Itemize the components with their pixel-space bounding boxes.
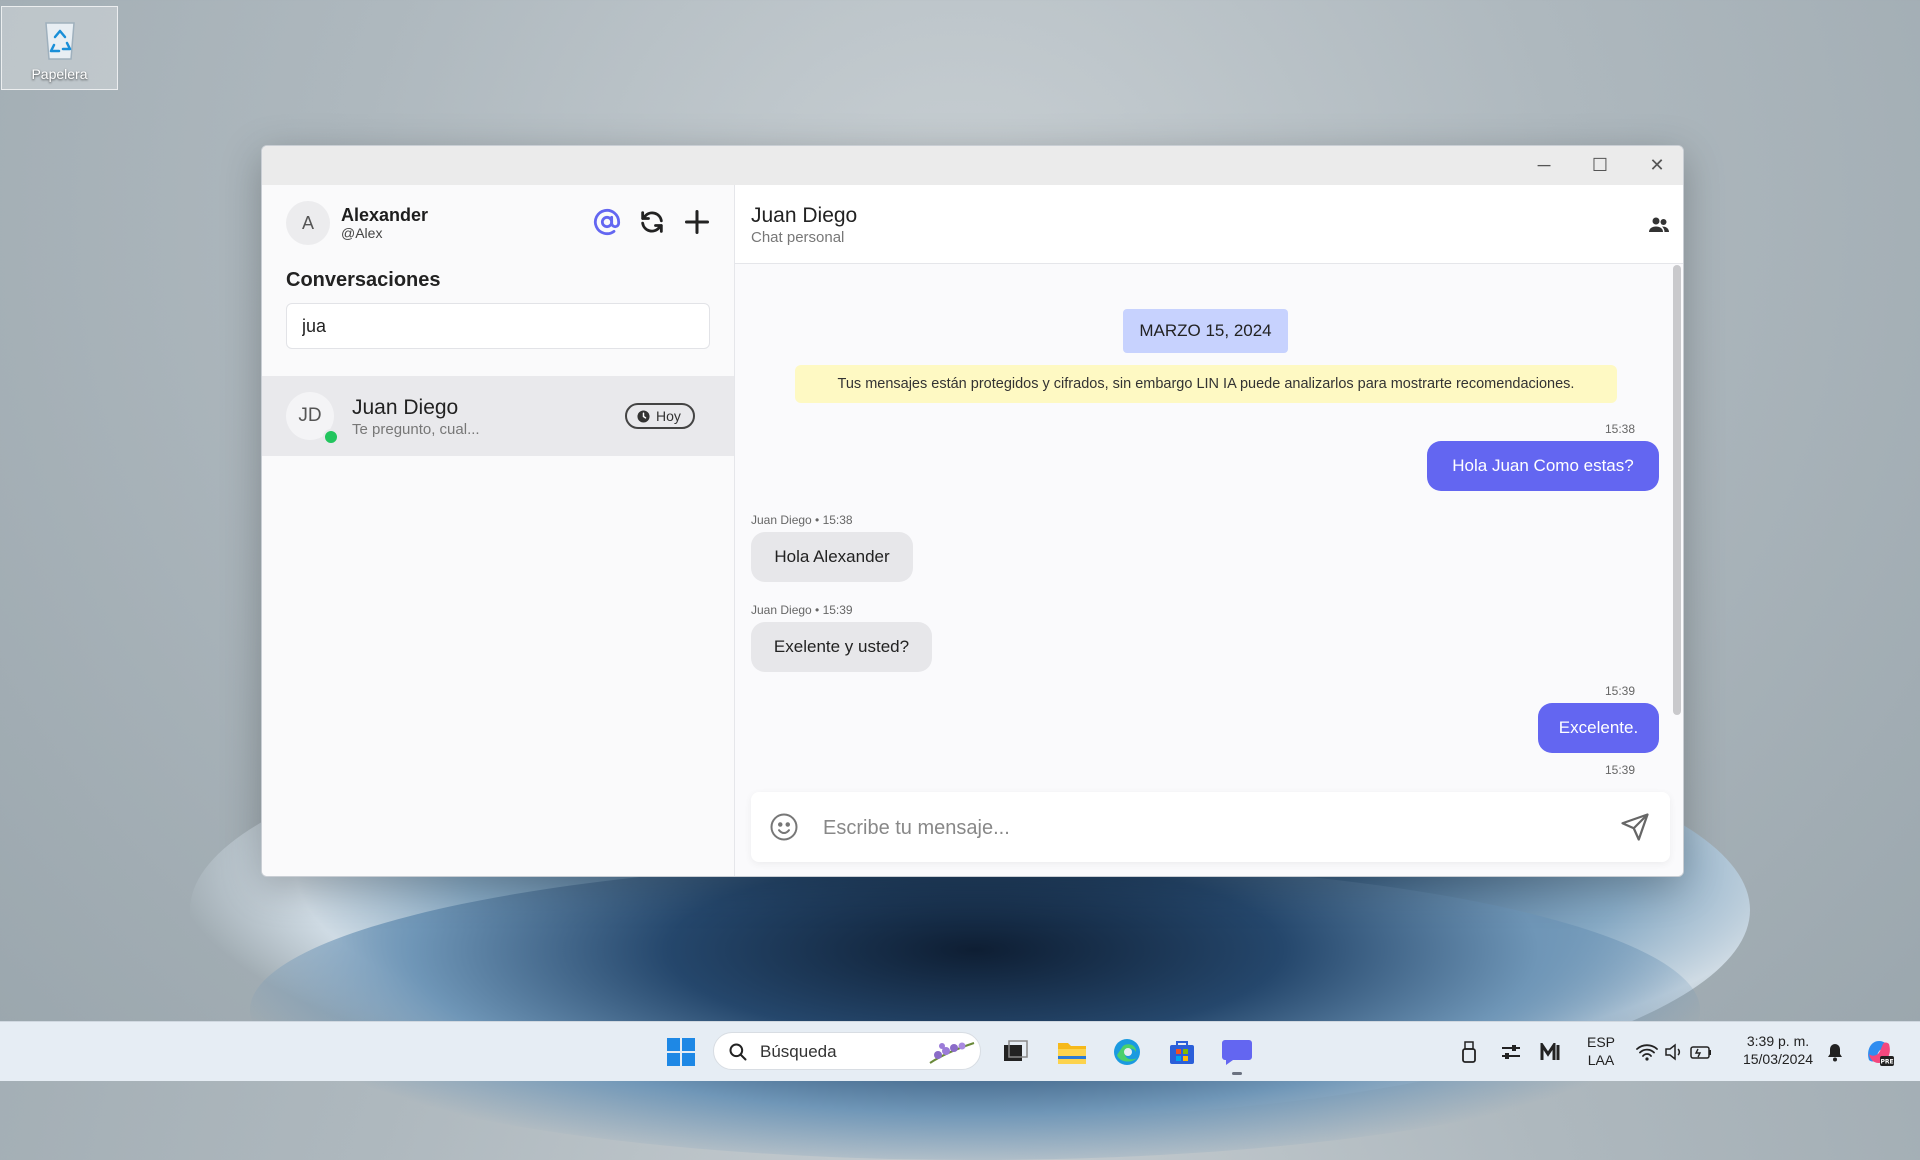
title-bar: ─ ☐ ✕	[262, 146, 1683, 185]
search-icon	[729, 1043, 747, 1061]
wallpaper-bloom-dark	[250, 860, 1700, 1160]
edge-browser-icon	[1114, 1039, 1140, 1065]
message-time: 15:38	[1604, 422, 1635, 436]
user-name: Alexander	[341, 205, 429, 225]
taskbar: Búsqueda ESP LAA 3:39 p. m. 15/03/2024 P…	[0, 1021, 1920, 1081]
message-meta: Juan Diego • 15:39	[751, 603, 853, 617]
copilot-button[interactable]: PRE	[1862, 1035, 1896, 1069]
close-icon: ✕	[1649, 155, 1665, 175]
language-code: ESP	[1586, 1034, 1615, 1050]
keyboard-layout: LAA	[1587, 1052, 1615, 1068]
message-incoming: Hola Alexander	[751, 532, 913, 582]
message-input[interactable]	[821, 808, 1585, 848]
recycle-bin-icon	[44, 22, 75, 60]
input-language-indicator[interactable]: ESP LAA	[1582, 1033, 1620, 1069]
taskbar-chat-app[interactable]	[1220, 1035, 1254, 1069]
wifi-icon	[1636, 1044, 1658, 1061]
brand-m-icon	[1540, 1043, 1560, 1060]
message-outgoing: Hola Juan Como estas?	[1427, 441, 1659, 491]
send-icon[interactable]	[1620, 812, 1650, 842]
message-incoming: Exelente y usted?	[751, 622, 932, 672]
emoji-icon[interactable]	[769, 812, 799, 842]
refresh-button[interactable]	[635, 205, 669, 239]
at-sign-icon	[593, 209, 621, 236]
usb-tray-button[interactable]	[1456, 1035, 1482, 1069]
chat-contact-name: Juan Diego	[751, 204, 858, 227]
conversations-title: Conversaciones	[286, 269, 441, 291]
start-button[interactable]	[664, 1035, 698, 1069]
avatar-initial: A	[301, 212, 314, 233]
chat-bubble-icon	[1222, 1040, 1252, 1065]
time-badge: Hoy	[625, 403, 695, 429]
svg-text:PRE: PRE	[1880, 1059, 1893, 1066]
network-volume-battery-tray[interactable]	[1632, 1035, 1716, 1069]
online-status-dot	[323, 429, 339, 445]
time-badge-label: Hoy	[656, 408, 681, 424]
date-separator: MARZO 15, 2024	[1123, 309, 1288, 353]
clock-time: 3:39 p. m.	[1746, 1033, 1810, 1049]
usb-icon	[1462, 1041, 1476, 1063]
chat-app-window: ─ ☐ ✕ A Alexander @Alex Conversaciones J…	[261, 145, 1684, 877]
taskbar-search-box[interactable]: Búsqueda	[713, 1032, 981, 1070]
clock[interactable]: 3:39 p. m. 15/03/2024	[1728, 1032, 1828, 1068]
maximize-icon: ☐	[1591, 155, 1609, 175]
lavender-flower-icon	[929, 1042, 975, 1064]
sidebar: A Alexander @Alex Conversaciones JD Juan…	[262, 185, 735, 876]
sliders-icon	[1502, 1045, 1520, 1059]
conversation-search-input[interactable]	[286, 303, 710, 349]
message-outgoing: Excelente.	[1538, 703, 1659, 753]
plus-icon	[684, 209, 710, 235]
notifications-button[interactable]	[1822, 1035, 1848, 1069]
message-time: 15:39	[1604, 684, 1635, 698]
new-conversation-button[interactable]	[680, 205, 714, 239]
minimize-button[interactable]: ─	[1516, 146, 1572, 185]
clock-date: 15/03/2024	[1742, 1051, 1814, 1067]
chat-header: Juan Diego Chat personal	[735, 185, 1683, 264]
message-meta: Juan Diego • 15:38	[751, 513, 853, 527]
bell-icon	[1828, 1044, 1842, 1062]
clock-icon	[637, 409, 650, 423]
refresh-icon	[641, 211, 663, 233]
windows-logo-icon	[667, 1038, 695, 1066]
volume-icon	[1665, 1043, 1681, 1061]
chat-panel: Juan Diego Chat personal MARZO 15, 2024 …	[735, 185, 1683, 876]
contacts-icon[interactable]	[1647, 213, 1671, 237]
folder-icon	[1058, 1043, 1086, 1064]
conversation-preview: Te pregunto, cual...	[352, 421, 480, 438]
taskbar-search-placeholder: Búsqueda	[760, 1042, 837, 1061]
chat-subtitle: Chat personal	[751, 229, 845, 246]
running-indicator	[1232, 1072, 1242, 1075]
battery-icon	[1690, 1046, 1711, 1059]
minimize-icon: ─	[1537, 155, 1551, 175]
message-composer	[751, 792, 1670, 862]
conversation-name: Juan Diego	[352, 396, 459, 419]
task-view-icon	[1004, 1040, 1028, 1061]
close-button[interactable]: ✕	[1629, 146, 1683, 185]
taskbar-file-explorer[interactable]	[1055, 1035, 1089, 1069]
messages-scrollbar[interactable]	[1673, 265, 1681, 715]
message-time: 15:39	[1604, 763, 1635, 777]
taskbar-edge[interactable]	[1110, 1035, 1144, 1069]
taskbar-store[interactable]	[1165, 1035, 1199, 1069]
store-icon	[1170, 1041, 1194, 1064]
encryption-notice: Tus mensajes están protegidos y cifrados…	[795, 365, 1617, 403]
desktop-icon-recycle-bin[interactable]: Papelera	[1, 6, 118, 90]
conversation-item[interactable]: JD Juan Diego Te pregunto, cual... Hoy	[262, 376, 734, 456]
taskbar-task-view[interactable]	[998, 1035, 1032, 1069]
desktop-icon-label: Papelera	[31, 66, 88, 82]
avatar-initials: JD	[298, 405, 322, 426]
user-handle: @Alex	[341, 225, 383, 241]
settings-tray-button[interactable]	[1498, 1035, 1524, 1069]
mentions-button[interactable]	[590, 205, 624, 239]
maximize-button[interactable]: ☐	[1572, 146, 1628, 185]
user-avatar[interactable]: A	[286, 201, 330, 245]
copilot-icon: PRE	[1868, 1041, 1894, 1066]
app-tray-button[interactable]	[1538, 1035, 1564, 1069]
